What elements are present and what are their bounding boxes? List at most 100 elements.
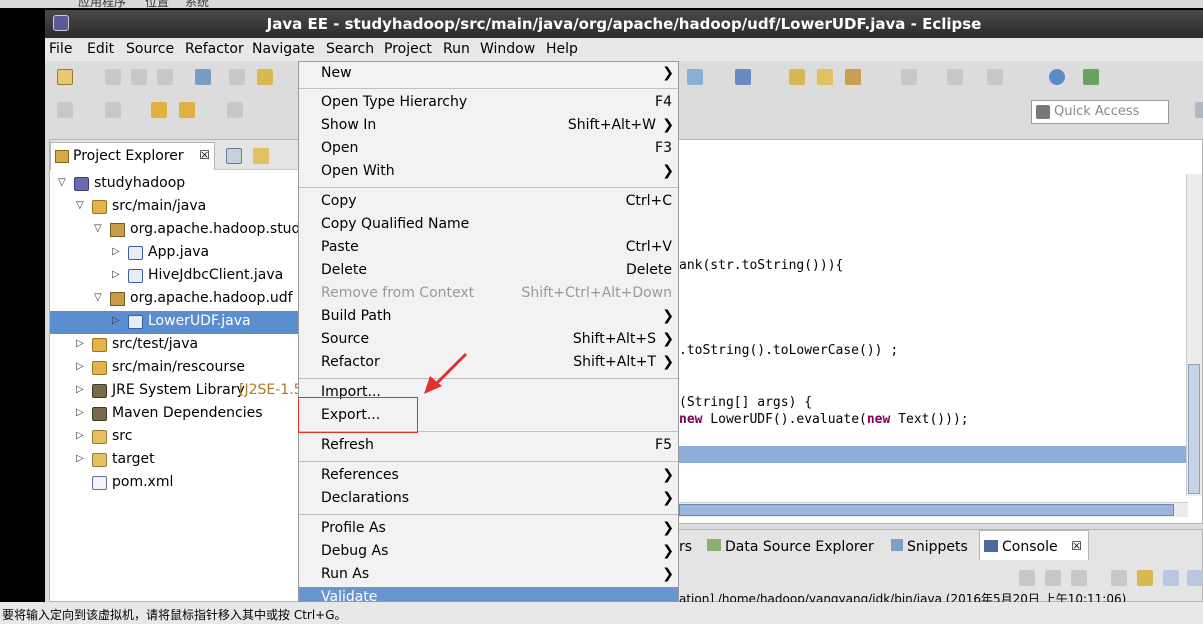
expand-arrow-icon[interactable]: ▷ (112, 315, 122, 326)
menu-project[interactable]: Project (384, 41, 432, 57)
collapse-arrow-icon[interactable]: ▽ (94, 292, 104, 303)
tree-item[interactable]: ▷ src/main/rescourse (50, 357, 300, 380)
menu-item-debug-as[interactable]: Debug As ❯ (299, 541, 678, 564)
print-icon[interactable] (157, 69, 173, 85)
menu-window[interactable]: Window (480, 41, 535, 57)
menu-item-open-type-hierarchy[interactable]: Open Type Hierarchy F4 (299, 92, 678, 115)
link-with-editor-icon[interactable] (253, 148, 269, 164)
host-menu-applications[interactable]: 应用程序 (78, 0, 126, 8)
menu-item-declarations[interactable]: Declarations ❯ (299, 488, 678, 511)
menu-item-profile-as[interactable]: Profile As ❯ (299, 518, 678, 541)
expand-arrow-icon[interactable]: ▷ (112, 246, 122, 257)
close-tab-icon[interactable]: ☒ (199, 148, 210, 162)
globe-icon[interactable] (1049, 69, 1065, 85)
scroll-thumb[interactable] (1188, 364, 1200, 494)
new-wizard-icon[interactable] (57, 69, 73, 85)
menu-item-refactor[interactable]: Refactor Shift+Alt+T ❯ (299, 352, 678, 375)
tree-item[interactable]: ▷ target (50, 449, 300, 472)
expand-arrow-icon[interactable]: ▷ (76, 407, 86, 418)
expand-arrow-icon[interactable]: ▷ (112, 269, 122, 280)
run-config-icon[interactable] (687, 69, 703, 85)
menu-search[interactable]: Search (326, 41, 374, 57)
menu-item-build-path[interactable]: Build Path ❯ (299, 306, 678, 329)
last-edit-location-icon[interactable] (151, 102, 167, 118)
menu-item-copy[interactable]: Copy Ctrl+C (299, 191, 678, 214)
menu-item-copy-qualified-name[interactable]: Copy Qualified Name (299, 214, 678, 237)
terminate-icon[interactable] (1019, 570, 1035, 586)
tree-item[interactable]: ▽ org.apache.hadoop.studyh (50, 219, 318, 242)
tree-item[interactable]: ▽ org.apache.hadoop.udf (50, 288, 300, 311)
skip-breakpoints-icon[interactable] (195, 69, 211, 85)
expand-arrow-icon[interactable]: ▷ (76, 338, 86, 349)
save-all-icon[interactable] (131, 69, 147, 85)
tab-console[interactable]: Console ☒ (979, 530, 1089, 560)
tree-item[interactable]: ▷ JRE System Library [J2SE-1.5 (50, 380, 303, 403)
editor-horizontal-scrollbar[interactable] (679, 502, 1188, 517)
toggle-mark-icon[interactable] (229, 69, 245, 85)
perspective-icon[interactable] (1195, 102, 1203, 118)
menu-item-source[interactable]: Source Shift+Alt+S ❯ (299, 329, 678, 352)
tab-data-source-explorer[interactable]: Data Source Explorer (707, 539, 874, 555)
collapse-all-icon[interactable] (226, 148, 242, 164)
collapse-arrow-icon[interactable]: ▽ (58, 177, 68, 188)
remove-launch-icon[interactable] (1045, 570, 1061, 586)
expand-arrow-icon[interactable]: ▷ (76, 430, 86, 441)
menu-refactor[interactable]: Refactor (185, 41, 244, 57)
menu-edit[interactable]: Edit (87, 41, 114, 57)
tree-item[interactable]: ▷ LowerUDF.java (50, 311, 300, 334)
quick-access-field[interactable]: Quick Access (1031, 100, 1169, 124)
annotation-nav-icon[interactable] (901, 69, 917, 85)
scroll-thumb[interactable] (679, 504, 1174, 516)
back-icon[interactable] (179, 102, 195, 118)
open-project-icon[interactable] (817, 69, 833, 85)
menu-help[interactable]: Help (546, 41, 578, 57)
menu-source[interactable]: Source (126, 41, 174, 57)
tree-item[interactable]: pom.xml (50, 472, 300, 495)
scroll-lock-icon[interactable] (1137, 570, 1153, 586)
tree-item[interactable]: ▽ studyhadoop (50, 173, 300, 196)
forward-icon[interactable] (227, 102, 243, 118)
save-icon[interactable] (105, 69, 121, 85)
tree-item[interactable]: ▽ src/main/java (50, 196, 300, 219)
tree-item[interactable]: ▷ src/test/java (50, 334, 300, 357)
collapse-arrow-icon[interactable]: ▽ (76, 200, 86, 211)
tree-item[interactable]: ▷ Maven Dependencies (50, 403, 300, 426)
host-menu-places[interactable]: 位置 (145, 0, 169, 8)
pin-console-icon[interactable] (1163, 570, 1179, 586)
menu-run[interactable]: Run (443, 41, 470, 57)
toolbar-icon[interactable] (947, 69, 963, 85)
menu-navigate[interactable]: Navigate (252, 41, 315, 57)
menu-item-new[interactable]: New ❯ (299, 63, 678, 86)
menu-item-open[interactable]: Open F3 (299, 138, 678, 161)
menu-item-delete[interactable]: Delete Delete (299, 260, 678, 283)
next-annotation-icon[interactable] (57, 102, 73, 118)
collapse-arrow-icon[interactable]: ▽ (94, 223, 104, 234)
close-tab-icon[interactable]: ☒ (1071, 539, 1082, 553)
display-console-icon[interactable] (1187, 570, 1203, 586)
java-editor[interactable]: ank(str.toString())){ .toString().toLowe… (678, 139, 1203, 524)
tab-servers-partial[interactable]: rs (679, 539, 692, 555)
editor-vertical-scrollbar[interactable] (1186, 174, 1202, 496)
clear-console-icon[interactable] (1111, 570, 1127, 586)
menu-item-paste[interactable]: Paste Ctrl+V (299, 237, 678, 260)
search-tool-icon[interactable] (845, 69, 861, 85)
menu-file[interactable]: File (49, 41, 72, 57)
pilcrow-icon[interactable] (987, 69, 1003, 85)
expand-arrow-icon[interactable]: ▷ (76, 453, 86, 464)
expand-arrow-icon[interactable]: ▷ (76, 384, 86, 395)
prev-annotation-icon[interactable] (105, 102, 121, 118)
menu-item-references[interactable]: References ❯ (299, 465, 678, 488)
menu-item-show-in[interactable]: Show In Shift+Alt+W ❯ (299, 115, 678, 138)
external-tools-icon[interactable] (1083, 69, 1099, 85)
host-menu-system[interactable]: 系统 (185, 0, 209, 8)
expand-arrow-icon[interactable]: ▷ (76, 361, 86, 372)
open-type-icon[interactable] (257, 69, 273, 85)
menu-item-validate[interactable]: Validate (299, 587, 678, 601)
menu-item-open-with[interactable]: Open With ❯ (299, 161, 678, 184)
menu-item-refresh[interactable]: Refresh F5 (299, 435, 678, 458)
menu-item-run-as[interactable]: Run As ❯ (299, 564, 678, 587)
open-folder-icon[interactable] (789, 69, 805, 85)
tab-project-explorer[interactable]: Project Explorer ☒ (50, 142, 215, 170)
new-server-icon[interactable] (735, 69, 751, 85)
tab-snippets[interactable]: Snippets (891, 539, 968, 555)
